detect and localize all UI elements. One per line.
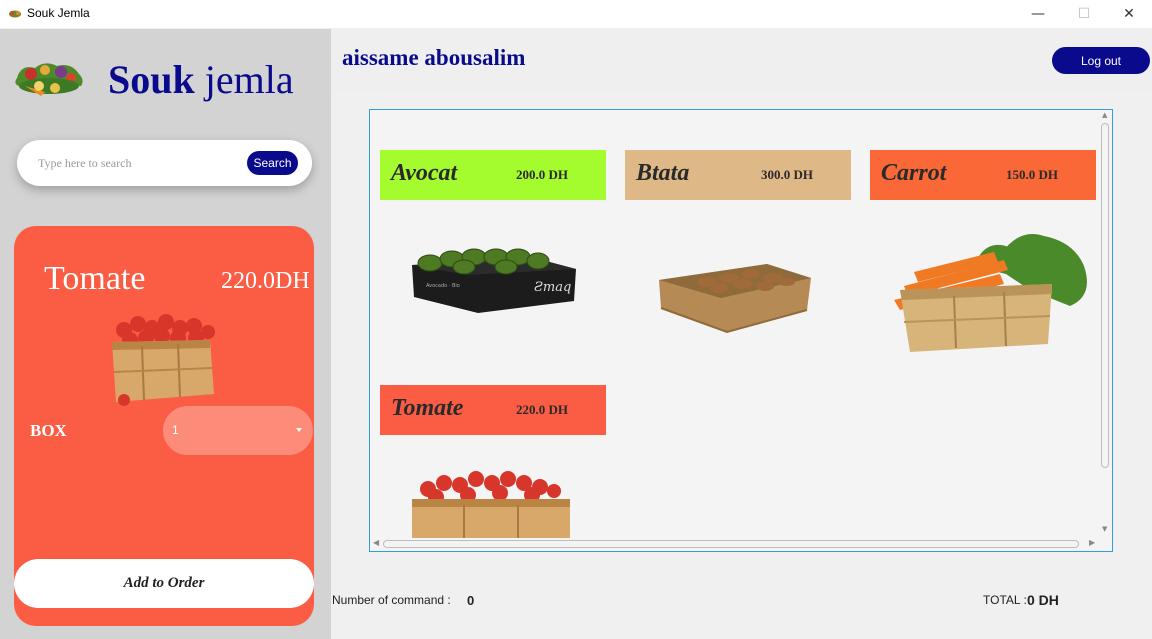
search-button[interactable]: Search bbox=[247, 151, 298, 175]
tomato-crate-icon bbox=[112, 314, 215, 406]
product-name: Carrot bbox=[881, 160, 947, 186]
product-name: Btata bbox=[636, 160, 690, 186]
close-button[interactable]: ✕ bbox=[1106, 0, 1152, 28]
product-name: Avocat bbox=[391, 160, 458, 186]
product-card[interactable]: Avocat 200.0 DH Ƨmaq Avocado · Bio bbox=[380, 150, 606, 330]
potato-crate-icon bbox=[659, 264, 811, 334]
product-header: Tomate 220.0 DH bbox=[380, 385, 606, 435]
add-to-order-button[interactable]: Add to Order bbox=[14, 559, 314, 608]
vertical-scroll-thumb[interactable] bbox=[1101, 123, 1109, 468]
product-card[interactable]: Btata 300.0 DH bbox=[625, 150, 851, 334]
quantity-label: BOX bbox=[30, 421, 67, 440]
horizontal-scrollbar[interactable]: ◀ ▶ bbox=[371, 538, 1099, 550]
vegetables-logo-icon bbox=[15, 63, 83, 96]
maximize-button[interactable]: ☐ bbox=[1061, 0, 1107, 28]
brand-word-2: jemla bbox=[204, 57, 294, 102]
scroll-left-icon[interactable]: ◀ bbox=[373, 538, 379, 547]
minimize-button[interactable]: — bbox=[1015, 0, 1061, 28]
carrot-crate-icon bbox=[894, 234, 1087, 352]
total-value: 0 DH bbox=[1027, 592, 1059, 608]
window-title: Souk Jemla bbox=[27, 6, 90, 20]
vertical-scrollbar[interactable]: ▲ ▼ bbox=[1099, 111, 1111, 536]
logout-button[interactable]: Log out bbox=[1052, 47, 1150, 74]
product-list[interactable]: Avocat 200.0 DH Ƨmaq Avocado · Bio Btata… bbox=[369, 109, 1113, 552]
svg-text:Avocado · Bio: Avocado · Bio bbox=[426, 283, 460, 289]
avocado-box-icon: Ƨmaq Avocado · Bio bbox=[412, 248, 576, 313]
selected-product-card: Tomate 220.0DH BOX 1 Add to Order bbox=[14, 226, 314, 626]
quantity-value: 1 bbox=[172, 423, 179, 437]
scroll-down-icon[interactable]: ▼ bbox=[1102, 525, 1107, 533]
search-bar: Search bbox=[17, 140, 312, 186]
product-header: Btata 300.0 DH bbox=[625, 150, 851, 200]
chevron-down-icon bbox=[296, 428, 302, 432]
product-price: 220.0 DH bbox=[516, 402, 568, 417]
selected-product-name: Tomate bbox=[44, 260, 146, 297]
command-count-value: 0 bbox=[467, 593, 475, 608]
sidebar: Souk jemla Search Tomate 220.0DH BOX 1 bbox=[0, 29, 331, 639]
total-label: TOTAL : bbox=[983, 593, 1027, 607]
svg-text:Ƨmaq: Ƨmaq bbox=[534, 280, 571, 295]
quantity-dropdown[interactable]: 1 bbox=[163, 406, 313, 455]
horizontal-scroll-thumb[interactable] bbox=[383, 540, 1079, 548]
scroll-up-icon[interactable]: ▲ bbox=[1102, 111, 1107, 119]
command-count-label: Number of command : bbox=[332, 593, 451, 607]
search-input[interactable] bbox=[38, 153, 238, 173]
product-header: Avocat 200.0 DH bbox=[380, 150, 606, 200]
user-name: aissame abousalim bbox=[342, 45, 526, 70]
product-name: Tomate bbox=[391, 395, 464, 421]
header: aissame abousalim Log out bbox=[331, 29, 1152, 91]
tomato-crate-icon bbox=[412, 471, 570, 545]
product-card[interactable]: Carrot 150.0 DH bbox=[870, 150, 1096, 360]
product-header: Carrot 150.0 DH bbox=[870, 150, 1096, 200]
product-price: 150.0 DH bbox=[1006, 167, 1058, 182]
brand-title: Souk jemla bbox=[108, 56, 294, 103]
brand-word-1: Souk bbox=[108, 57, 195, 102]
product-card[interactable]: Tomate 220.0 DH bbox=[380, 385, 606, 551]
selected-product-price: 220.0DH bbox=[221, 268, 310, 294]
product-price: 300.0 DH bbox=[761, 167, 813, 182]
title-bar: Souk Jemla — ☐ ✕ bbox=[0, 0, 1152, 28]
scroll-right-icon[interactable]: ▶ bbox=[1089, 538, 1095, 547]
product-price: 200.0 DH bbox=[516, 167, 568, 182]
vegetables-icon bbox=[9, 10, 21, 18]
